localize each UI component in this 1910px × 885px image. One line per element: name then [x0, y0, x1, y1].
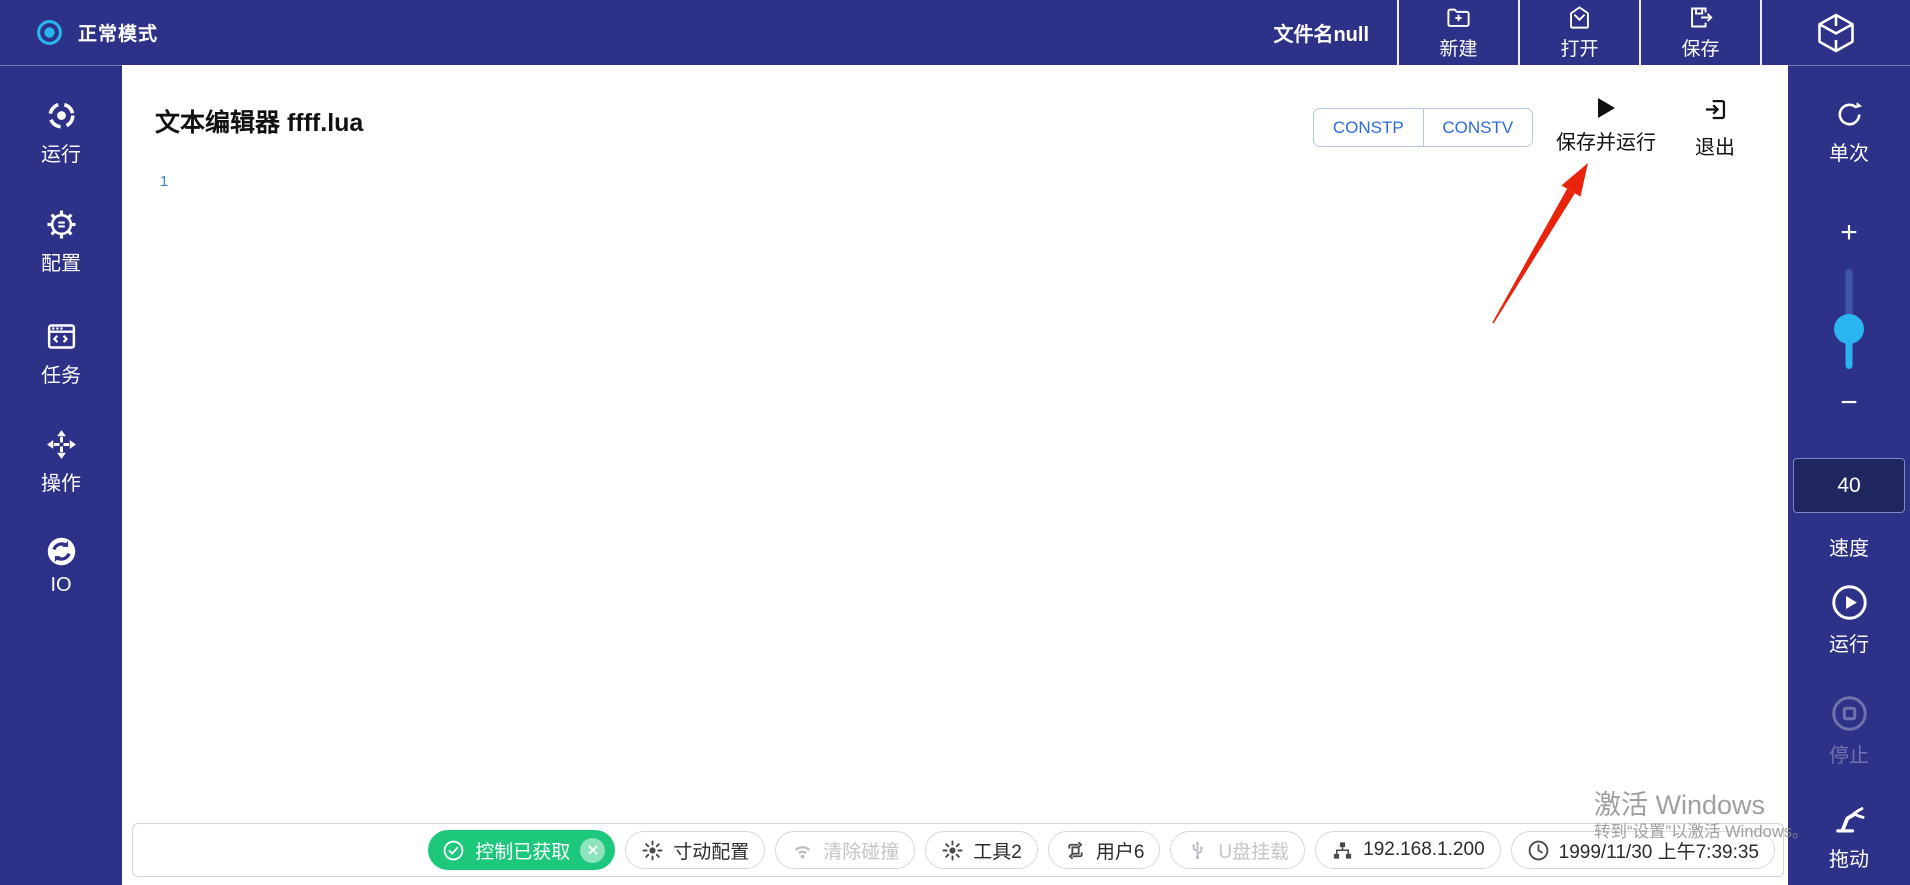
sidebar-item-task[interactable]: 任务	[0, 320, 122, 388]
drag-mode-label: 拖动	[1829, 843, 1869, 872]
circle-play-icon	[1831, 584, 1868, 621]
robot-arm-icon	[1832, 801, 1867, 836]
lan-icon	[1331, 839, 1354, 862]
tool-jog-icon	[941, 839, 964, 862]
jog-icon	[641, 839, 664, 862]
move-icon	[45, 428, 78, 461]
mode-label: 正常模式	[78, 19, 158, 46]
editor-main-area: 文本编辑器 ffff.lua 1 CONSTP CONSTV 保存并运行 退出 …	[122, 65, 1788, 885]
sidebar-item-label: 运行	[41, 138, 81, 167]
speed-label: 速度	[1788, 532, 1910, 561]
gear-icon	[45, 208, 78, 241]
clear-collision-button[interactable]: 清除碰撞	[775, 831, 915, 869]
sidebar-item-config[interactable]: 配置	[0, 208, 122, 276]
refresh-once-icon	[1834, 99, 1865, 130]
datetime-label: 1999/11/30 上午7:39:35	[1559, 837, 1759, 864]
usb-icon	[1186, 839, 1209, 862]
save-file-label: 保存	[1681, 34, 1719, 61]
save-file-button[interactable]: 保存	[1639, 0, 1760, 65]
window-code-icon	[45, 320, 78, 353]
drag-mode-button[interactable]: 拖动	[1788, 801, 1910, 872]
circle-stop-icon	[1831, 695, 1868, 732]
speed-slider[interactable]	[1788, 269, 1910, 369]
right-control-sidebar: 单次 + − 40 速度 运行 停止 拖动	[1788, 65, 1910, 885]
tool-button[interactable]: 工具2	[925, 831, 1038, 869]
speed-value: 40	[1837, 474, 1860, 498]
annotation-arrow	[1487, 157, 1597, 332]
clock-icon	[1527, 839, 1550, 862]
release-control-button[interactable]	[580, 838, 605, 863]
sidebar-item-operate[interactable]: 操作	[0, 428, 122, 496]
mode-indicator[interactable]: 正常模式	[0, 19, 158, 46]
speed-value-box: 40	[1793, 458, 1905, 513]
folder-plus-icon	[1445, 4, 1472, 31]
tool-label: 工具2	[973, 837, 1022, 864]
save-and-run-button[interactable]: 保存并运行	[1545, 98, 1667, 155]
clear-collision-label: 清除碰撞	[823, 837, 899, 864]
run-program-label: 运行	[1829, 628, 1869, 657]
sidebar-item-label: 任务	[41, 359, 81, 388]
rotate-frame-icon	[1064, 839, 1087, 862]
status-bar: 控制已获取 寸动配置 清除碰撞 工具2 用户6 U盘挂载 192.	[132, 823, 1784, 877]
brand-logo	[1760, 0, 1910, 65]
speed-plus-button[interactable]: +	[1788, 218, 1910, 248]
speed-minus-button[interactable]: −	[1788, 388, 1910, 418]
top-bar: 正常模式 文件名null 新建 打开 保存	[0, 0, 1910, 65]
user-frame-label: 用户6	[1096, 837, 1145, 864]
stop-program-label: 停止	[1829, 739, 1869, 768]
sidebar-item-io[interactable]: IO	[0, 535, 122, 597]
run-program-button[interactable]: 运行	[1788, 584, 1910, 657]
editor-line-number: 1	[160, 173, 168, 190]
radio-mode-icon	[36, 19, 63, 46]
ip-address-label: 192.168.1.200	[1363, 839, 1485, 861]
target-icon	[45, 99, 78, 132]
open-file-icon	[1566, 4, 1593, 31]
control-acquired-label: 控制已获取	[475, 837, 570, 864]
constp-button[interactable]: CONSTP	[1314, 109, 1423, 146]
exit-icon	[1702, 96, 1729, 123]
io-exchange-icon	[45, 535, 78, 568]
open-file-label: 打开	[1560, 34, 1598, 61]
left-nav-sidebar: 运行 配置 任务 操作 IO	[0, 65, 122, 885]
cube-logo-icon	[1814, 11, 1858, 55]
close-icon	[587, 844, 599, 856]
control-acquired-badge[interactable]: 控制已获取	[428, 830, 615, 870]
sidebar-item-label: 配置	[41, 247, 81, 276]
new-file-label: 新建	[1439, 34, 1477, 61]
wifi-icon	[791, 839, 814, 862]
ip-address-badge[interactable]: 192.168.1.200	[1315, 831, 1501, 869]
speed-slider-thumb[interactable]	[1834, 314, 1864, 344]
jog-config-button[interactable]: 寸动配置	[625, 831, 765, 869]
play-icon	[1598, 98, 1615, 118]
exit-label: 退出	[1695, 131, 1735, 160]
usb-mount-button[interactable]: U盘挂载	[1170, 831, 1305, 869]
single-cycle-button[interactable]: 单次	[1788, 99, 1910, 166]
editor-title: 文本编辑器 ffff.lua	[155, 103, 363, 139]
sidebar-item-run[interactable]: 运行	[0, 99, 122, 167]
user-frame-button[interactable]: 用户6	[1048, 831, 1161, 869]
datetime-badge[interactable]: 1999/11/30 上午7:39:35	[1511, 831, 1775, 869]
save-and-run-label: 保存并运行	[1556, 126, 1656, 155]
sidebar-item-label: 操作	[41, 467, 81, 496]
constv-button[interactable]: CONSTV	[1423, 109, 1533, 146]
save-export-icon	[1687, 4, 1714, 31]
new-file-button[interactable]: 新建	[1397, 0, 1518, 65]
sidebar-item-label: IO	[50, 574, 71, 597]
single-cycle-label: 单次	[1829, 137, 1869, 166]
filename-label: 文件名null	[1273, 18, 1369, 47]
const-button-group: CONSTP CONSTV	[1313, 108, 1533, 147]
open-file-button[interactable]: 打开	[1518, 0, 1639, 65]
check-circle-icon	[442, 839, 465, 862]
stop-program-button[interactable]: 停止	[1788, 695, 1910, 768]
jog-config-label: 寸动配置	[673, 837, 749, 864]
usb-mount-label: U盘挂载	[1218, 837, 1289, 864]
exit-button[interactable]: 退出	[1667, 96, 1763, 160]
